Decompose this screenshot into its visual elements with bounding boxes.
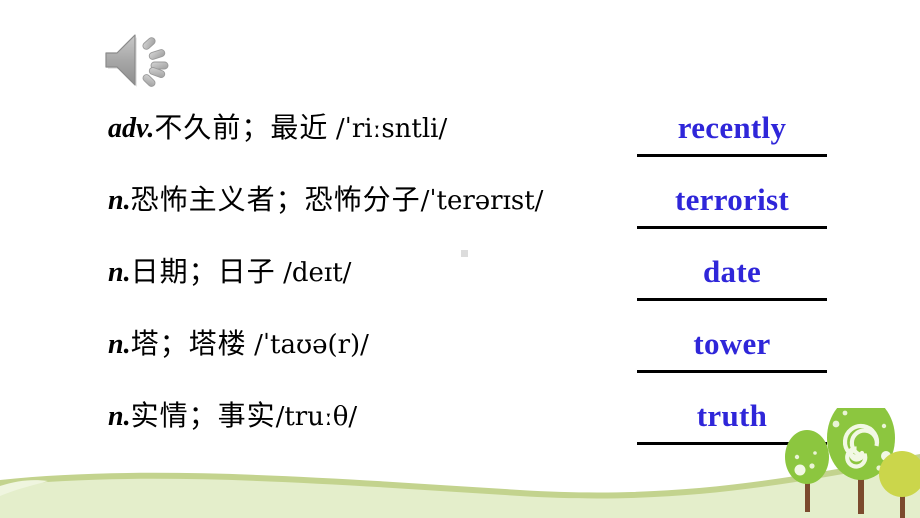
answer-blank[interactable]: recently [637, 106, 827, 157]
part-of-speech: n. [108, 401, 131, 432]
answer-word: date [702, 254, 762, 289]
phonetic-transcription: /ˈtaʊə(r)/ [254, 330, 369, 360]
chinese-meaning: 日期；日子 [130, 255, 276, 288]
tree-trunk [805, 476, 810, 512]
definition-text: adv.不久前；最近 /ˈriːsntli/ [108, 106, 447, 151]
vocab-row: n.日期；日子 /deɪt/ date [0, 250, 920, 310]
definition-text: n.塔；塔楼 /ˈtaʊə(r)/ [108, 322, 369, 367]
answer-word: recently [677, 110, 787, 145]
definition-text: n.实情；事实/truːθ/ [108, 394, 357, 439]
part-of-speech: n. [108, 185, 131, 216]
part-of-speech: n. [108, 257, 131, 288]
vocab-row: n.实情；事实/truːθ/ truth [0, 394, 920, 454]
definition-text: n.恐怖主义者；恐怖分子/ˈterərɪst/ [108, 178, 543, 223]
decor-wave-edge [0, 454, 920, 499]
answer-blank[interactable]: truth [637, 394, 827, 445]
phonetic-transcription: /ˈriːsntli/ [335, 114, 448, 144]
grey-marker-square [461, 250, 468, 257]
chinese-meaning: 实情；事实 [130, 399, 276, 432]
tree-dot [809, 463, 815, 469]
chinese-meaning: 塔；塔楼 [130, 327, 247, 360]
speaker-icon[interactable] [104, 32, 188, 90]
phonetic-transcription: /deɪt/ [283, 258, 352, 288]
vocab-row: n.恐怖主义者；恐怖分子/ˈterərɪst/ terrorist [0, 178, 920, 238]
chinese-meaning: 恐怖主义者；恐怖分子 [130, 183, 421, 216]
chinese-meaning: 不久前；最近 [154, 111, 329, 144]
answer-blank[interactable]: date [637, 250, 827, 301]
decor-pale-blob [700, 468, 920, 518]
decor-left-tuft [0, 480, 48, 496]
part-of-speech: adv. [108, 113, 155, 144]
tree-trunk [858, 466, 864, 514]
phonetic-transcription: /ˈterərɪst/ [420, 186, 544, 216]
answer-blank[interactable]: tower [637, 322, 827, 373]
answer-word: terrorist [674, 182, 789, 217]
tree-canopy [879, 451, 920, 497]
tree-yellow [879, 451, 920, 518]
decor-wave-fill [0, 456, 920, 518]
tree-dot [876, 465, 882, 471]
phonetic-transcription: /truːθ/ [275, 402, 358, 432]
answer-blank[interactable]: terrorist [637, 178, 827, 229]
answer-word: truth [696, 398, 768, 433]
definition-text: n.日期；日子 /deɪt/ [108, 250, 351, 295]
tree-trunk [900, 486, 905, 518]
vocab-row: adv.不久前；最近 /ˈriːsntli/ recently [0, 106, 920, 166]
slide-canvas: adv.不久前；最近 /ˈriːsntli/ recently n.恐怖主义者；… [0, 0, 920, 518]
answer-word: tower [693, 326, 771, 361]
vocab-row: n.塔；塔楼 /ˈtaʊə(r)/ tower [0, 322, 920, 382]
part-of-speech: n. [108, 329, 131, 360]
tree-dot [794, 464, 806, 476]
tree-dot [794, 454, 800, 460]
